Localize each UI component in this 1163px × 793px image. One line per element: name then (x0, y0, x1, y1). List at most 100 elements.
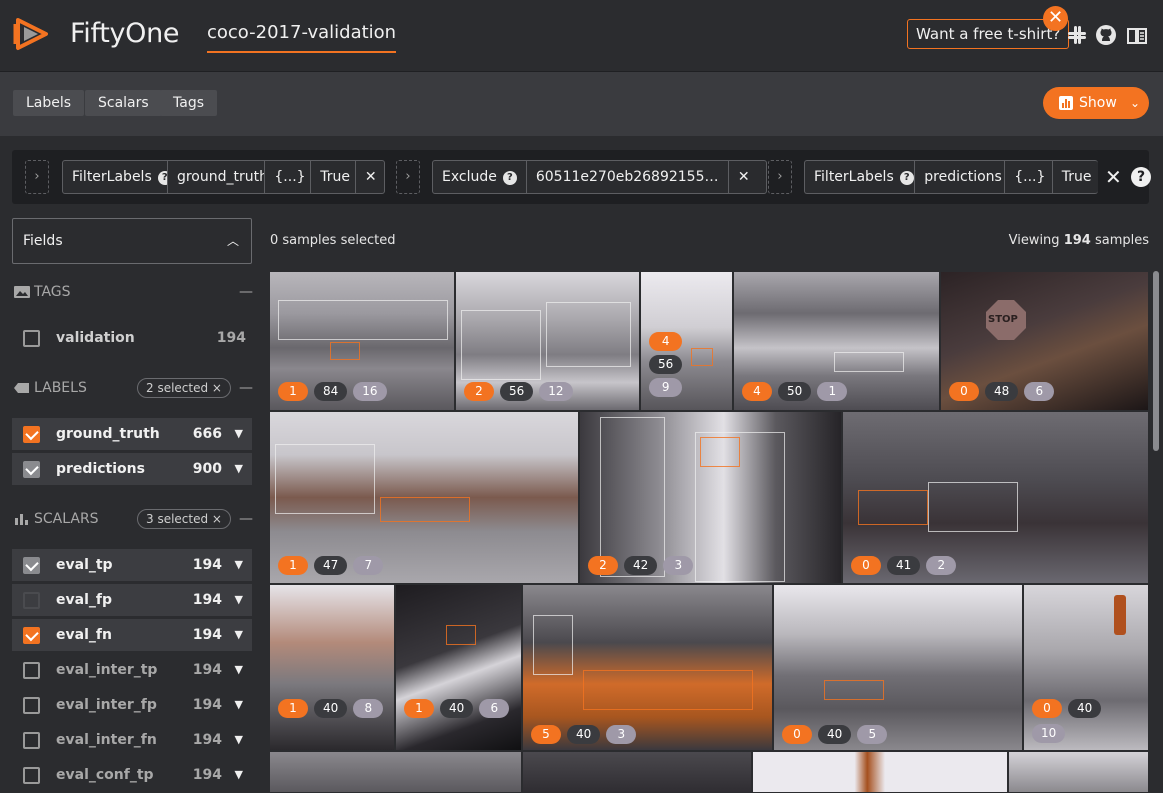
view-stage-exclude[interactable]: Exclude? 60511e270eb26892155a46e8,... ✕ (432, 160, 767, 194)
sample-thumbnail[interactable]: STOP 0 48 6 (940, 271, 1149, 411)
sidebar-item-eval-inter-fp[interactable]: eval_inter_fp 194 ▼ (12, 689, 252, 721)
checkbox[interactable] (23, 697, 40, 714)
sidebar-item-eval-fp[interactable]: eval_fp 194 ▼ (12, 584, 252, 616)
checkbox-checked[interactable] (23, 461, 40, 478)
section-title: LABELS (34, 380, 87, 396)
github-icon[interactable] (1095, 24, 1117, 46)
caret-down-icon[interactable]: ▼ (235, 584, 243, 616)
scalars-section-header[interactable]: SCALARS 3 selected × — (12, 507, 253, 531)
caret-down-icon[interactable]: ▼ (235, 724, 243, 756)
dataset-selector[interactable]: coco-2017-validation (207, 22, 397, 53)
caret-down-icon[interactable]: ▼ (235, 418, 243, 450)
checkbox[interactable] (23, 767, 40, 784)
fields-label: Fields (23, 233, 63, 249)
checkbox-checked[interactable] (23, 627, 40, 644)
caret-down-icon[interactable]: ▼ (235, 549, 243, 581)
collapse-icon[interactable]: — (239, 507, 253, 531)
checkbox-checked[interactable] (23, 557, 40, 574)
sample-thumbnail[interactable]: 2 56 12 (455, 271, 640, 411)
fiftyone-logo-icon[interactable] (12, 14, 52, 54)
collapse-icon[interactable]: — (239, 376, 253, 400)
sample-thumbnail[interactable] (1008, 751, 1149, 793)
collapse-icon[interactable]: — (239, 280, 253, 304)
tab-tags[interactable]: Tags (160, 90, 217, 116)
viewing-count-text: Viewing 194 samples (1008, 233, 1149, 248)
view-help-icon[interactable]: ? (1131, 167, 1151, 187)
caret-down-icon[interactable]: ▼ (235, 759, 243, 791)
stage-param-sample-ids[interactable]: 60511e270eb26892155a46e8,... (527, 161, 729, 193)
help-icon[interactable]: ? (899, 171, 914, 185)
stage-name: FilterLabels? (63, 161, 168, 193)
sidebar: Fields ︿ TAGS — validation 194 LABELS 2 … (12, 218, 254, 793)
stage-param-only-matches[interactable]: True (311, 161, 356, 193)
tab-labels[interactable]: Labels (13, 90, 85, 116)
checkbox[interactable] (23, 662, 40, 679)
checkbox-checked[interactable] (23, 426, 40, 443)
sidebar-item-eval-tp[interactable]: eval_tp 194 ▼ (12, 549, 252, 581)
sidebar-item-eval-fn[interactable]: eval_fn 194 ▼ (12, 619, 252, 651)
sample-thumbnail[interactable]: 1 40 6 (395, 584, 522, 751)
field-count: 194 (216, 330, 246, 346)
labels-section-header[interactable]: LABELS 2 selected × — (12, 376, 253, 400)
help-icon[interactable]: ? (157, 171, 167, 185)
sidebar-item-eval-conf-tp[interactable]: eval_conf_tp 194 ▼ (12, 759, 252, 791)
tab-scalars[interactable]: Scalars (85, 90, 162, 116)
view-stage-filterlabels-ground-truth[interactable]: FilterLabels? ground_truth {...} True ✕ (62, 160, 385, 194)
field-name: eval_fn (56, 627, 112, 643)
sample-thumbnail[interactable]: 4 50 1 (733, 271, 940, 411)
field-name: eval_inter_fn (56, 732, 157, 748)
stage-param-field[interactable]: ground_truth (168, 161, 266, 193)
stage-param-only-matches[interactable]: True (1053, 161, 1098, 193)
sample-thumbnail[interactable]: 1 40 8 (269, 584, 395, 751)
stage-delete-icon[interactable]: ✕ (356, 161, 384, 193)
view-stage-filterlabels-predictions[interactable]: FilterLabels? predictions {...} True (804, 160, 1098, 194)
stage-delete-icon[interactable]: ✕ (729, 161, 759, 193)
sample-thumbnail[interactable]: 1 84 16 (269, 271, 455, 411)
stage-param-filter[interactable]: {...} (265, 161, 312, 193)
sample-badges: 1 40 6 (404, 699, 514, 718)
show-button[interactable]: Show ⌄ (1043, 87, 1149, 119)
sample-thumbnail[interactable] (269, 751, 522, 793)
sample-thumbnail[interactable]: 2 42 3 (579, 411, 842, 584)
add-stage-button[interactable]: › (396, 160, 420, 194)
add-stage-button[interactable]: › (25, 160, 49, 194)
grid-scrollbar[interactable] (1153, 271, 1159, 451)
slack-icon[interactable] (1066, 24, 1088, 46)
caret-down-icon[interactable]: ▼ (235, 654, 243, 686)
fields-dropdown[interactable]: Fields ︿ (12, 218, 252, 264)
sidebar-item-eval-inter-tp[interactable]: eval_inter_tp 194 ▼ (12, 654, 252, 686)
sample-thumbnail[interactable]: 0 41 2 (842, 411, 1149, 584)
stage-param-field[interactable]: predictions (915, 161, 1006, 193)
sample-badges: 0 48 6 (949, 382, 1055, 401)
label-tag-icon (14, 383, 29, 393)
checkbox[interactable] (23, 330, 40, 347)
sidebar-item-validation[interactable]: validation 194 (12, 322, 252, 354)
selected-count-pill[interactable]: 3 selected × (137, 509, 231, 529)
sample-badges: 2 56 12 (464, 382, 573, 401)
sample-thumbnail[interactable] (752, 751, 1008, 793)
sample-thumbnail[interactable]: 5 40 3 (522, 584, 773, 751)
checkbox[interactable] (23, 732, 40, 749)
help-icon[interactable]: ? (502, 171, 517, 185)
sidebar-item-ground-truth[interactable]: ground_truth 666 ▼ (12, 418, 252, 450)
sample-thumbnail[interactable]: 0 40 5 (773, 584, 1023, 751)
checkbox[interactable] (23, 592, 40, 609)
image-icon (14, 286, 30, 298)
caret-down-icon[interactable]: ▼ (235, 689, 243, 721)
stage-param-filter[interactable]: {...} (1005, 161, 1053, 193)
brand-title[interactable]: FiftyOne (70, 18, 180, 49)
promo-close-icon[interactable]: ✕ (1043, 6, 1068, 31)
add-stage-button[interactable]: › (768, 160, 792, 194)
sample-thumbnail[interactable]: 0 40 10 (1023, 584, 1149, 751)
sample-thumbnail[interactable]: 1 47 7 (269, 411, 579, 584)
tags-section-header[interactable]: TAGS — (12, 280, 253, 304)
caret-down-icon[interactable]: ▼ (235, 619, 243, 651)
selected-count-pill[interactable]: 2 selected × (137, 378, 231, 398)
sidebar-item-eval-inter-fn[interactable]: eval_inter_fn 194 ▼ (12, 724, 252, 756)
sample-thumbnail[interactable] (522, 751, 752, 793)
docs-icon[interactable] (1126, 24, 1148, 46)
sample-thumbnail[interactable]: 4 56 9 (640, 271, 733, 411)
caret-down-icon[interactable]: ▼ (235, 453, 243, 485)
clear-view-icon[interactable]: ✕ (1105, 165, 1122, 189)
sidebar-item-predictions[interactable]: predictions 900 ▼ (12, 453, 252, 485)
